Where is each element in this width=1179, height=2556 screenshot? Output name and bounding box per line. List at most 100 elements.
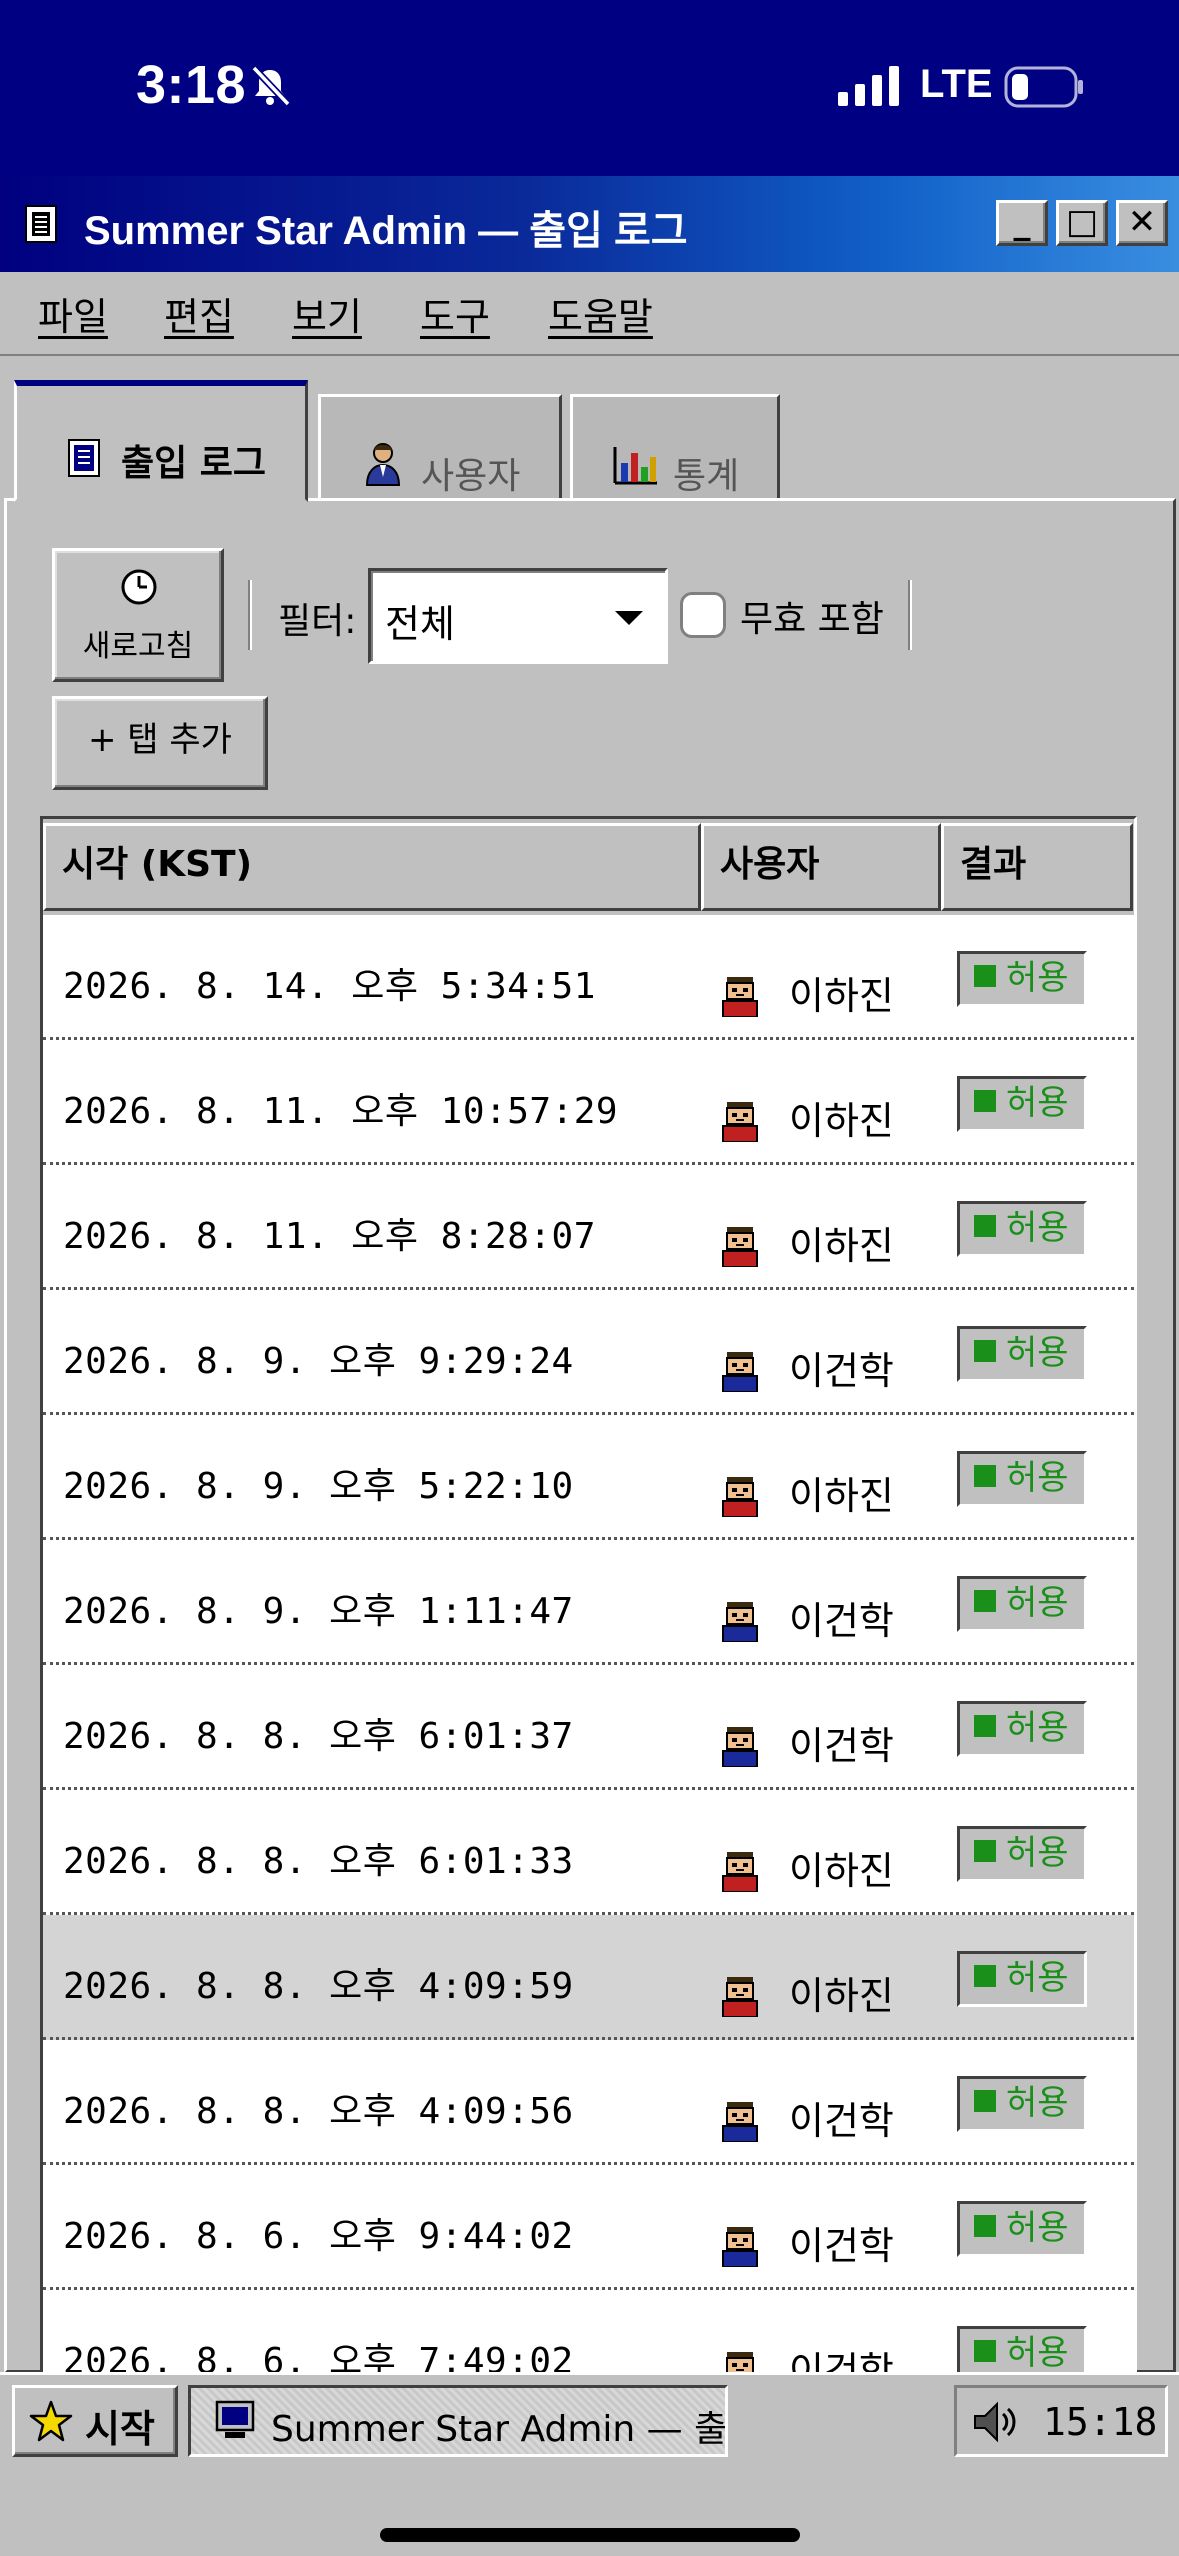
network-type: LTE [920, 62, 993, 106]
taskbar-app-label: Summer Star Admin — 출입 로그 [271, 2409, 728, 2450]
taskbar-app-button[interactable]: Summer Star Admin — 출입 로그 [188, 2385, 728, 2457]
menu-file[interactable]: 파일 [38, 286, 108, 341]
column-header-user[interactable]: 사용자 [701, 823, 941, 911]
refresh-button[interactable]: 새로고침 [52, 548, 224, 682]
table-row[interactable]: 2026. 8. 11. 오후 10:57:29 이하진 허용 [43, 1040, 1134, 1165]
status-square-icon [974, 1590, 996, 1612]
menu-view[interactable]: 보기 [292, 286, 362, 341]
table-row[interactable]: 2026. 8. 9. 오후 5:22:10 이하진 허용 [43, 1415, 1134, 1540]
access-log-table: 시각 (KST) 사용자 결과 2026. 8. 14. 오후 5:34:51 이… [40, 816, 1137, 2376]
window-title-bar[interactable]: Summer Star Admin — 출입 로그 _ □ ✕ [0, 176, 1179, 272]
close-button[interactable]: ✕ [1116, 200, 1168, 246]
menu-help[interactable]: 도움말 [548, 286, 653, 341]
tab-access-log[interactable]: 출입 로그 [14, 380, 308, 502]
star-icon [29, 2400, 73, 2442]
status-square-icon [974, 2340, 996, 2362]
avatar-icon [722, 1352, 758, 1392]
cell-time: 2026. 8. 8. 오후 6:01:37 [63, 1716, 574, 1757]
cell-user: 이건학 [789, 2099, 894, 2143]
refresh-label: 새로고침 [82, 629, 194, 664]
table-row[interactable]: 2026. 8. 6. 오후 7:49:02 이건학 허용 [43, 2290, 1134, 2376]
table-row[interactable]: 2026. 8. 8. 오후 6:01:33 이하진 허용 [43, 1790, 1134, 1915]
status-square-icon [974, 965, 996, 987]
avatar-icon [722, 1852, 758, 1892]
status-badge: 허용 [957, 1326, 1087, 1382]
table-row[interactable]: 2026. 8. 11. 오후 8:28:07 이하진 허용 [43, 1165, 1134, 1290]
add-tab-button[interactable]: + 탭 추가 [52, 696, 268, 790]
minimize-button[interactable]: _ [996, 200, 1048, 246]
signal-icon [838, 66, 899, 106]
status-label: 허용 [1006, 1583, 1069, 1623]
cell-user: 이하진 [789, 1474, 894, 1518]
column-header-time[interactable]: 시각 (KST) [43, 823, 701, 911]
status-label: 허용 [1006, 2083, 1069, 2123]
cell-time: 2026. 8. 8. 오후 4:09:56 [63, 2091, 574, 2132]
tab-statistics[interactable]: 통계 [570, 394, 780, 502]
table-row[interactable]: 2026. 8. 9. 오후 9:29:24 이건학 허용 [43, 1290, 1134, 1415]
tab-access-log-label: 출입 로그 [121, 443, 267, 484]
table-row[interactable]: 2026. 8. 14. 오후 5:34:51 이하진 허용 [43, 915, 1134, 1040]
cell-time: 2026. 8. 6. 오후 9:44:02 [63, 2216, 574, 2257]
status-time: 3:18 [136, 55, 247, 115]
tray-clock: 15:18 [1043, 2400, 1158, 2444]
filter-label: 필터: [278, 601, 357, 642]
status-square-icon [974, 1340, 996, 1362]
app-log-icon [25, 205, 57, 243]
bell-muted-icon [251, 65, 291, 107]
status-bar: 3:18 LTE [0, 0, 1179, 176]
cell-user: 이건학 [789, 1724, 894, 1768]
tab-users-label: 사용자 [421, 456, 521, 497]
status-badge: 허용 [957, 1701, 1087, 1757]
table-row[interactable]: 2026. 8. 8. 오후 4:09:59 이하진 허용 [43, 1915, 1134, 2040]
status-label: 허용 [1006, 1083, 1069, 1123]
maximize-button[interactable]: □ [1056, 200, 1108, 246]
cell-user: 이건학 [789, 1599, 894, 1643]
filter-select[interactable]: 전체 [368, 568, 668, 664]
cell-user: 이하진 [789, 1224, 894, 1268]
avatar-icon [722, 1977, 758, 2017]
menu-tools[interactable]: 도구 [420, 286, 490, 341]
cell-time: 2026. 8. 8. 오후 4:09:59 [63, 1966, 574, 2007]
tab-users[interactable]: 사용자 [318, 394, 562, 502]
status-label: 허용 [1006, 1958, 1069, 1998]
status-badge: 허용 [957, 1826, 1087, 1882]
status-badge: 허용 [957, 1951, 1087, 2007]
status-label: 허용 [1006, 1708, 1069, 1748]
status-badge: 허용 [957, 2326, 1087, 2373]
status-label: 허용 [1006, 2333, 1069, 2373]
table-row[interactable]: 2026. 8. 9. 오후 1:11:47 이건학 허용 [43, 1540, 1134, 1665]
menu-bar: 파일 편집 보기 도구 도움말 [0, 272, 1179, 356]
status-square-icon [974, 1090, 996, 1112]
cell-user: 이하진 [789, 974, 894, 1018]
cell-user: 이건학 [789, 2349, 894, 2376]
home-indicator[interactable] [380, 2528, 800, 2542]
include-invalid-checkbox[interactable] [680, 592, 726, 638]
avatar-icon [722, 2102, 758, 2142]
table-row[interactable]: 2026. 8. 8. 오후 4:09:56 이건학 허용 [43, 2040, 1134, 2165]
status-square-icon [974, 1465, 996, 1487]
table-row[interactable]: 2026. 8. 8. 오후 6:01:37 이건학 허용 [43, 1665, 1134, 1790]
cell-user: 이하진 [789, 1974, 894, 2018]
status-square-icon [974, 1215, 996, 1237]
include-invalid-label[interactable]: 무효 포함 [740, 590, 884, 642]
avatar-icon [722, 1227, 758, 1267]
cell-time: 2026. 8. 9. 오후 9:29:24 [63, 1341, 574, 1382]
status-square-icon [974, 2090, 996, 2112]
column-header-result[interactable]: 결과 [941, 823, 1133, 911]
chevron-down-icon [615, 611, 643, 625]
status-label: 허용 [1006, 1833, 1069, 1873]
user-icon [365, 443, 401, 486]
avatar-icon [722, 1102, 758, 1142]
start-button[interactable]: 시작 [12, 2385, 178, 2457]
status-badge: 허용 [957, 2076, 1087, 2132]
status-label: 허용 [1006, 958, 1069, 998]
status-badge: 허용 [957, 951, 1087, 1007]
table-row[interactable]: 2026. 8. 6. 오후 9:44:02 이건학 허용 [43, 2165, 1134, 2290]
speaker-icon[interactable] [971, 2400, 1019, 2444]
menu-edit[interactable]: 편집 [164, 286, 234, 341]
status-badge: 허용 [957, 1451, 1087, 1507]
system-tray: 15:18 [954, 2385, 1168, 2457]
cell-user: 이건학 [789, 1349, 894, 1393]
status-label: 허용 [1006, 1458, 1069, 1498]
cell-time: 2026. 8. 9. 오후 5:22:10 [63, 1466, 574, 1507]
